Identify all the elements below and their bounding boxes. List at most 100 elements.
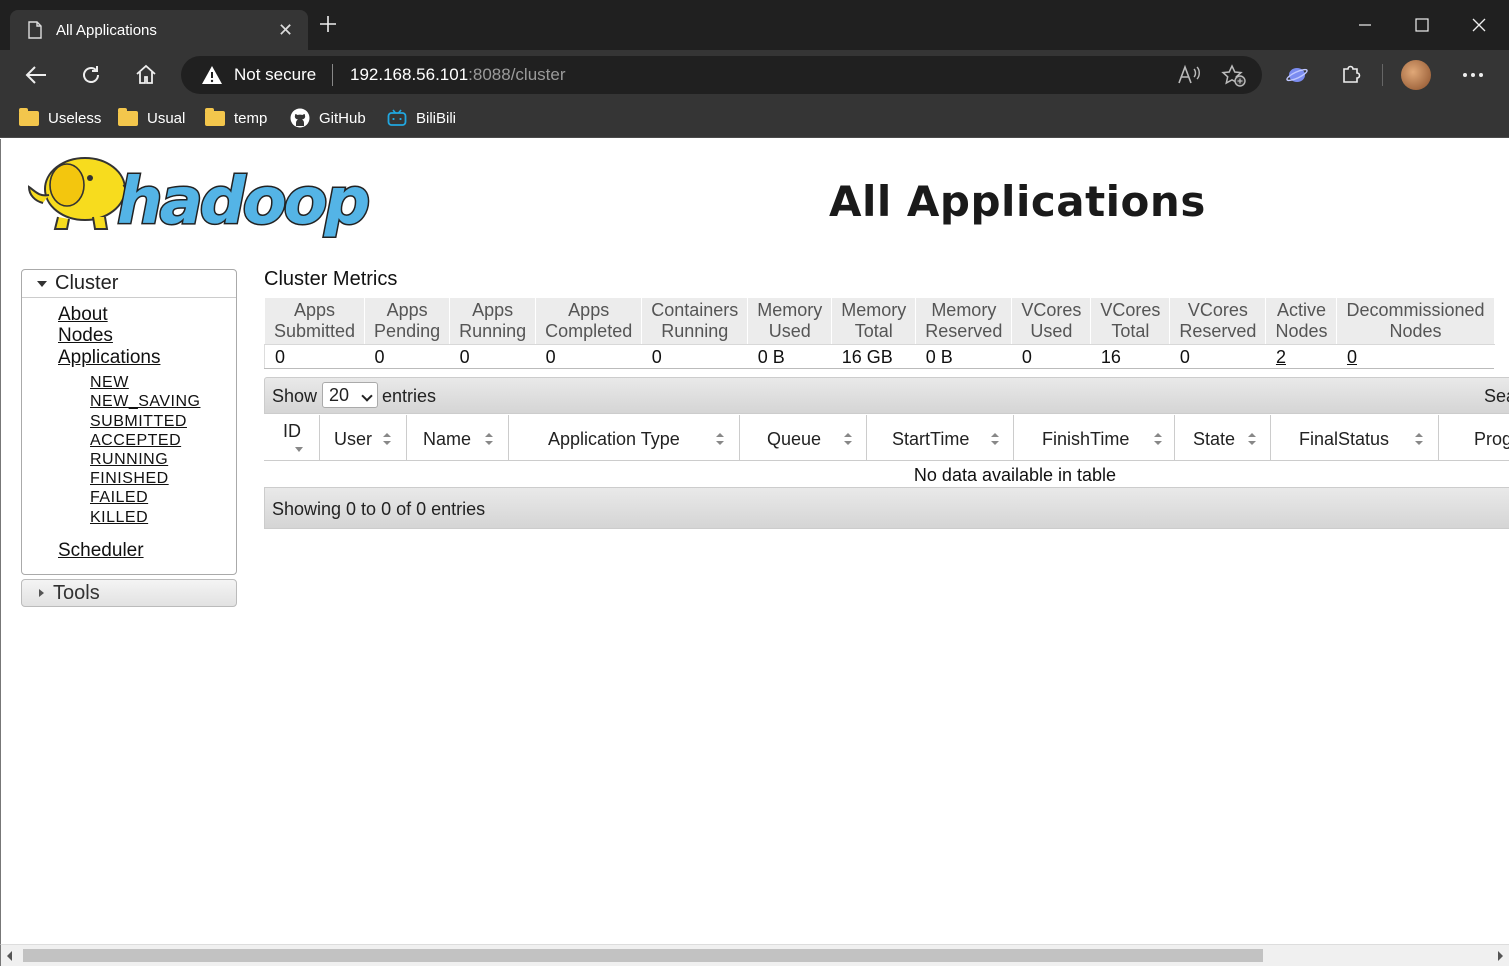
home-icon[interactable] [133, 62, 159, 88]
entries-label: entries [382, 386, 437, 406]
bookmark-github[interactable]: GitHub [290, 107, 366, 129]
expand-right-icon [39, 589, 44, 597]
metric-vcores-used: 0 [1011, 344, 1091, 369]
sort-icon [844, 433, 852, 445]
sort-icon [485, 433, 493, 445]
sort-desc-icon [295, 447, 303, 452]
browser-tab[interactable]: All Applications ✕ [10, 10, 308, 50]
address-bar[interactable]: Not secure 192.168.56.101:8088/cluster [181, 56, 1262, 94]
active-nodes-link[interactable]: 2 [1276, 347, 1286, 367]
profile-avatar[interactable] [1401, 60, 1431, 90]
col-id[interactable]: ID [264, 415, 320, 461]
nav-state-accepted[interactable]: ACCEPTED [90, 432, 181, 450]
decommissioned-nodes-link[interactable]: 0 [1347, 347, 1357, 367]
close-tab-icon[interactable]: ✕ [278, 20, 293, 41]
metric-header: Apps Pending [364, 297, 451, 345]
table-info: Showing 0 to 0 of 0 entries [272, 499, 486, 519]
scroll-right-icon[interactable] [1498, 951, 1503, 961]
not-secure-label[interactable]: Not secure [234, 65, 316, 85]
nav-state-running[interactable]: RUNNING [90, 451, 168, 469]
cluster-header[interactable]: Cluster [22, 270, 236, 298]
nav-state-new-saving[interactable]: NEW_SAVING [90, 393, 201, 411]
hadoop-logo[interactable]: hadoop [23, 151, 397, 239]
col-finishtime[interactable]: FinishTime [1014, 415, 1175, 461]
toolbar-divider [1382, 64, 1383, 86]
col-finalstatus[interactable]: FinalStatus [1271, 415, 1439, 461]
nav-state-new[interactable]: NEW [90, 374, 129, 392]
tools-label: Tools [53, 581, 100, 604]
scroll-left-icon[interactable] [7, 951, 12, 961]
metric-vcores-total: 16 [1090, 344, 1170, 369]
favorite-add-icon[interactable] [1221, 64, 1247, 88]
maximize-icon[interactable] [1407, 12, 1437, 38]
metric-apps-completed: 0 [535, 344, 642, 369]
browser-tabbar: All Applications ✕ [0, 0, 1509, 50]
sidebar-nav: Cluster About Nodes Applications NEW NEW… [21, 269, 237, 607]
url-text[interactable]: 192.168.56.101:8088/cluster [350, 65, 566, 85]
page-title: All Applications [829, 177, 1206, 226]
metric-active-nodes: 2 [1265, 344, 1337, 369]
nav-scheduler-link[interactable]: Scheduler [58, 540, 144, 562]
nav-applications-link[interactable]: Applications [58, 347, 160, 369]
col-user[interactable]: User [320, 415, 407, 461]
metric-memory-total: 16 GB [831, 344, 916, 369]
cluster-menu: Cluster About Nodes Applications NEW NEW… [21, 269, 237, 575]
browser-toolbar: Not secure 192.168.56.101:8088/cluster [0, 50, 1509, 100]
bookmarks-bar: Useless Usual temp GitHub BiliBili [0, 100, 1509, 138]
tools-menu-header[interactable]: Tools [21, 579, 237, 607]
page-length-select[interactable]: 20 [322, 382, 378, 408]
minimize-icon[interactable] [1350, 12, 1380, 38]
metric-memory-used: 0 B [747, 344, 832, 369]
metric-header: Memory Reserved [915, 297, 1013, 345]
folder-icon [205, 107, 225, 126]
nav-state-submitted[interactable]: SUBMITTED [90, 413, 187, 431]
col-queue[interactable]: Queue [740, 415, 867, 461]
folder-icon [118, 107, 138, 126]
col-label: Name [423, 429, 472, 449]
apps-table-header: ID User Name Application Type Queue Star… [264, 415, 1509, 461]
extensions-icon[interactable] [1339, 62, 1365, 88]
reload-icon[interactable] [78, 62, 104, 88]
table-controls: Show 20 entries Sea [264, 377, 1509, 414]
search-label: Sea [1484, 386, 1509, 406]
nav-state-finished[interactable]: FINISHED [90, 470, 169, 488]
col-label: Prog [1474, 429, 1509, 449]
nav-state-failed[interactable]: FAILED [90, 489, 148, 507]
table-footer: Showing 0 to 0 of 0 entries [264, 487, 1509, 529]
more-menu-icon[interactable] [1460, 62, 1486, 88]
col-label: FinishTime [1042, 429, 1130, 449]
logo-text: hadoop [117, 165, 369, 239]
new-tab-icon[interactable] [318, 14, 338, 34]
url-path: :8088/cluster [468, 65, 566, 84]
nav-about-link[interactable]: About [58, 304, 108, 326]
show-label: Show [272, 386, 318, 406]
col-starttime[interactable]: StartTime [867, 415, 1014, 461]
close-window-icon[interactable] [1464, 12, 1494, 38]
nav-state-killed[interactable]: KILLED [90, 509, 148, 527]
scrollbar-thumb[interactable] [23, 949, 1263, 962]
bookmark-usual[interactable]: Usual [118, 107, 185, 129]
metric-header: VCores Reserved [1169, 297, 1267, 345]
col-application-type[interactable]: Application Type [509, 415, 740, 461]
bookmark-label: GitHub [319, 109, 366, 127]
tab-title: All Applications [56, 22, 157, 39]
metric-header: Apps Running [449, 297, 537, 345]
col-name[interactable]: Name [407, 415, 509, 461]
col-progress[interactable]: Prog [1439, 415, 1509, 461]
metric-apps-pending: 0 [364, 344, 450, 369]
bookmark-temp[interactable]: temp [205, 107, 267, 129]
expand-down-icon [37, 280, 47, 287]
nav-nodes-link[interactable]: Nodes [58, 325, 113, 347]
metric-apps-running: 0 [449, 344, 536, 369]
bookmark-useless[interactable]: Useless [19, 107, 101, 129]
bookmark-label: BiliBili [416, 109, 457, 127]
back-icon[interactable] [23, 62, 49, 88]
url-host: 192.168.56.101 [350, 65, 469, 84]
horizontal-scrollbar[interactable] [0, 944, 1509, 966]
warning-icon[interactable] [201, 65, 223, 85]
read-aloud-icon[interactable] [1177, 64, 1201, 86]
sort-icon [1415, 433, 1423, 445]
col-state[interactable]: State [1175, 415, 1271, 461]
extension-copilot-icon[interactable] [1284, 62, 1310, 88]
bookmark-bilibili[interactable]: BiliBili [387, 107, 456, 129]
